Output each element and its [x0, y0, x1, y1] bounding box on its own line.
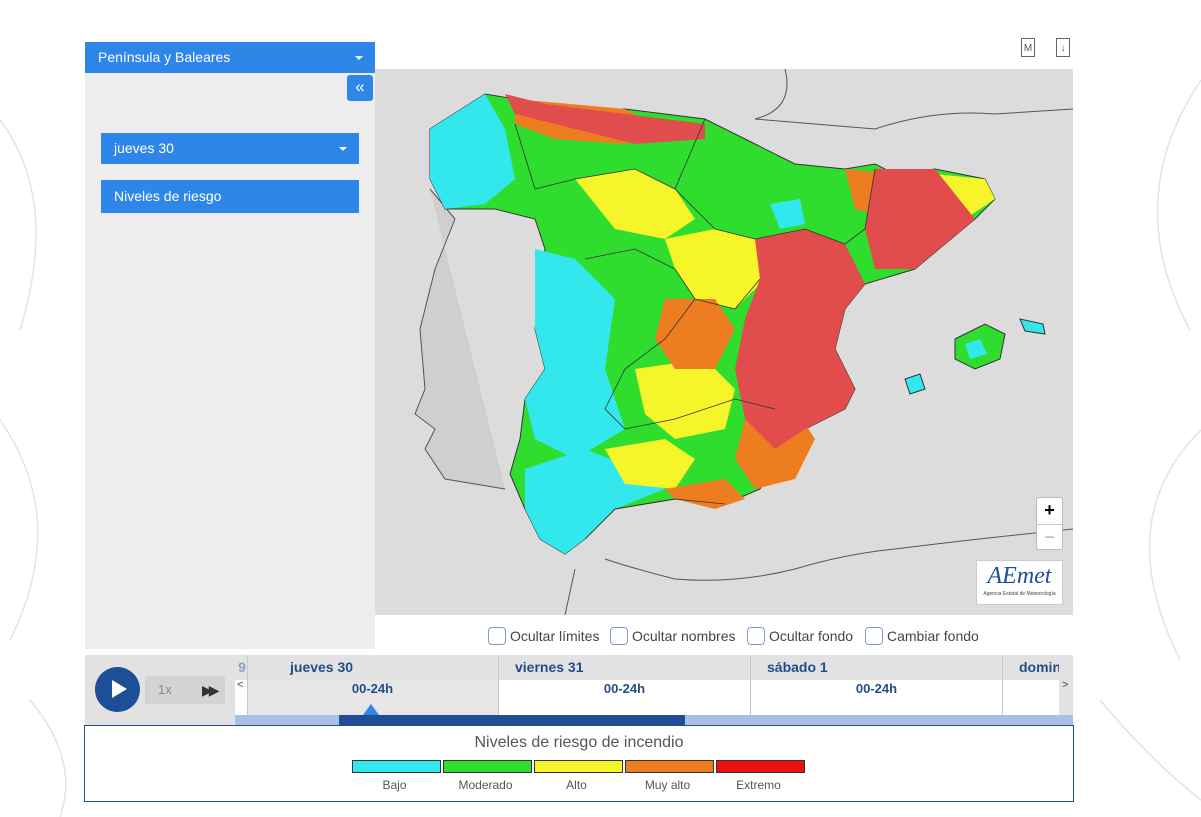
- divider: [750, 655, 751, 715]
- zoom-in-button[interactable]: +: [1037, 498, 1062, 525]
- checkbox[interactable]: [488, 627, 506, 645]
- risk-levels-button[interactable]: Niveles de riesgo: [101, 180, 359, 213]
- option-ocultar-fondo[interactable]: Ocultar fondo: [747, 626, 853, 646]
- download-icon[interactable]: ↓: [1056, 38, 1070, 57]
- option-label: Ocultar nombres: [632, 628, 736, 644]
- period-cell-3[interactable]: [1003, 680, 1059, 715]
- period-cell-1[interactable]: 00-24h: [499, 680, 750, 715]
- checkbox[interactable]: [865, 627, 883, 645]
- day-timeline: 9 < jueves 30 viernes 31 sábado 1 doming…: [235, 655, 1073, 715]
- play-button[interactable]: [95, 667, 140, 712]
- zoom-control: + −: [1036, 497, 1063, 550]
- region-select-label: Península y Baleares: [98, 49, 231, 65]
- option-ocultar-limites[interactable]: Ocultar límites: [488, 626, 599, 646]
- timeline-progress: [339, 715, 685, 725]
- next-arrow[interactable]: >: [1062, 679, 1068, 691]
- aemet-logo: AEmet Agencia Estatal de Meteorología: [976, 560, 1063, 605]
- legend-swatch-alto: [534, 760, 623, 773]
- speed-control: 1x ▶▶: [145, 676, 225, 704]
- day-label-1: viernes 31: [515, 659, 584, 675]
- option-label: Ocultar fondo: [769, 628, 854, 644]
- map-m-icon[interactable]: M: [1021, 38, 1035, 57]
- region-select[interactable]: Península y Baleares: [85, 42, 375, 73]
- legend: Niveles de riesgo de incendio Bajo Moder…: [84, 725, 1074, 802]
- day-select[interactable]: jueves 30: [101, 133, 359, 164]
- legend-label-muy-alto: Muy alto: [644, 778, 691, 792]
- legend-swatch-moderado: [443, 760, 532, 773]
- divider: [1002, 655, 1003, 715]
- collapse-sidebar-button[interactable]: «: [347, 75, 373, 101]
- period-cell-2[interactable]: 00-24h: [751, 680, 1002, 715]
- caret-down-icon: [355, 56, 363, 60]
- checkbox[interactable]: [610, 627, 628, 645]
- legend-swatch-muy-alto: [625, 760, 714, 773]
- checkbox[interactable]: [747, 627, 765, 645]
- legend-label-moderado: Moderado: [458, 778, 513, 792]
- divider: [247, 655, 248, 715]
- option-ocultar-nombres[interactable]: Ocultar nombres: [610, 626, 735, 646]
- legend-label-bajo: Bajo: [382, 778, 407, 792]
- option-cambiar-fondo[interactable]: Cambiar fondo: [865, 626, 979, 646]
- legend-label-alto: Alto: [566, 778, 587, 792]
- zoom-out-button[interactable]: −: [1037, 525, 1062, 551]
- aemet-logo-text: AEmet: [987, 563, 1052, 589]
- day-label-0: jueves 30: [290, 659, 354, 675]
- spain-risk-map-graphic: [414, 69, 1073, 615]
- legend-title: Niveles de riesgo de incendio: [474, 734, 684, 751]
- divider: [498, 655, 499, 715]
- option-label: Cambiar fondo: [887, 628, 979, 644]
- fast-forward-icon[interactable]: ▶▶: [202, 676, 219, 704]
- risk-map[interactable]: [375, 69, 1073, 615]
- timeline-marker[interactable]: [363, 704, 379, 715]
- option-label: Ocultar límites: [510, 628, 600, 644]
- speed-value[interactable]: 1x: [158, 676, 172, 704]
- aemet-logo-subtitle: Agencia Estatal de Meteorología: [983, 591, 1056, 597]
- legend-label-extremo: Extremo: [736, 778, 781, 792]
- prev-arrow[interactable]: <: [237, 679, 243, 691]
- day-select-label: jueves 30: [114, 140, 174, 156]
- caret-down-icon: [339, 147, 347, 151]
- legend-swatch-extremo: [716, 760, 805, 773]
- day-label-2: sábado 1: [767, 659, 828, 675]
- legend-swatch-bajo: [352, 760, 441, 773]
